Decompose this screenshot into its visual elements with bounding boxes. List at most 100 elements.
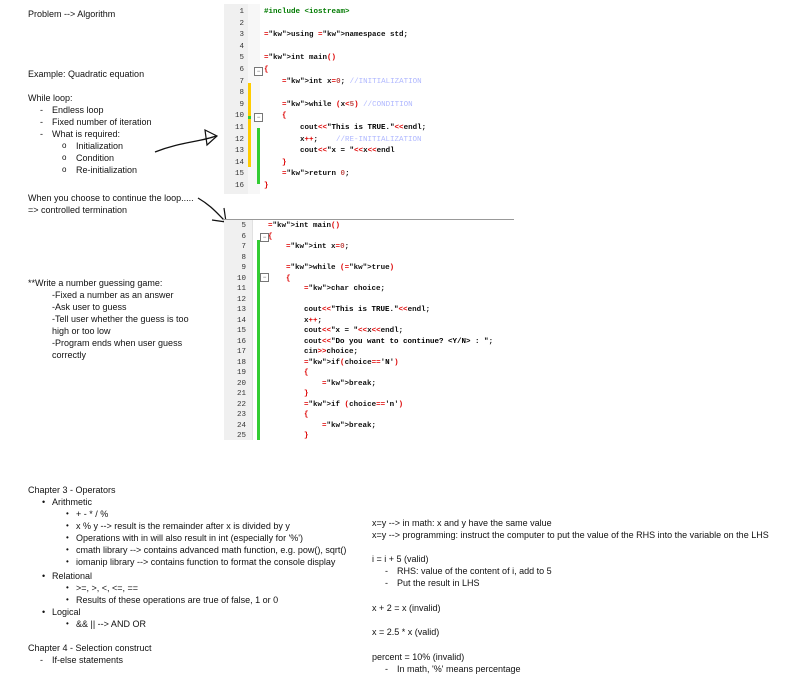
- list-item: -Program ends when user guess: [52, 338, 183, 348]
- list-item: iomanip library --> contains function to…: [66, 556, 346, 568]
- code-line: ="kw">if (choice=='n'): [304, 400, 404, 409]
- controlled-termination-note: => controlled termination: [28, 205, 128, 215]
- code-line: ="kw">int main(): [268, 222, 341, 230]
- line-number: 8: [239, 89, 244, 98]
- change-marker: [248, 119, 251, 167]
- code-line: {: [264, 66, 269, 74]
- chapter4-title: Chapter 4 - Selection construct: [28, 643, 152, 653]
- line-number: 13: [234, 147, 244, 156]
- line-number: 8: [241, 253, 246, 262]
- line-number: 19: [236, 369, 246, 377]
- list-item: Arithmetic: [42, 496, 92, 508]
- list-item: >=, >, <, <=, ==: [66, 582, 278, 594]
- code-line: cin>>choice;: [268, 348, 359, 356]
- list-item: Condition: [62, 152, 137, 164]
- relational-list: >=, >, <, <=, == Results of these operat…: [66, 582, 278, 606]
- line-number: 17: [236, 348, 246, 356]
- example-heading: Example: Quadratic equation: [28, 69, 145, 79]
- line-number: 12: [234, 135, 244, 144]
- line-number: 5: [239, 54, 244, 63]
- code-line: cout<<"This is TRUE."<<endl;: [264, 124, 427, 132]
- problem-algorithm-title: Problem --> Algorithm: [28, 9, 116, 19]
- change-marker: [257, 128, 260, 184]
- list-item: What is required:: [40, 128, 152, 140]
- code-line: cout<<"This is TRUE."<<endl;: [268, 306, 431, 314]
- line-number: 13: [236, 306, 246, 314]
- line-number: 3: [239, 31, 244, 40]
- list-item: RHS: value of the content of i, add to 5: [385, 565, 552, 577]
- while-loop-heading: While loop:: [28, 93, 73, 103]
- line-number: 6: [241, 232, 246, 241]
- list-item: Results of these operations are true of …: [66, 594, 278, 606]
- chapter3-title: Chapter 3 - Operators: [28, 485, 116, 495]
- list-item: Endless loop: [40, 104, 152, 116]
- example-valid-1: i = i + 5 (valid): [372, 554, 429, 564]
- fold-toggle-icon[interactable]: −: [260, 233, 269, 242]
- arith-list: + - * / % x % y --> result is the remain…: [66, 508, 346, 568]
- code-line: cout<<"Do you want to continue? <Y/N> : …: [268, 337, 494, 346]
- while-loop-list: Endless loop Fixed number of iteration W…: [40, 104, 152, 140]
- line-number: 11: [236, 285, 246, 293]
- line-number: 12: [236, 295, 246, 304]
- assignment-note-math: x=y --> in math: x and y have the same v…: [372, 518, 552, 528]
- list-item: -Fixed a number as an answer: [52, 290, 174, 300]
- code-line: ="kw">char choice;: [304, 285, 386, 293]
- code-line: ="kw">int x=0; //INITIALIZATION: [282, 77, 422, 86]
- list-item: + - * / %: [66, 508, 346, 520]
- example-valid-2: x = 2.5 * x (valid): [372, 627, 440, 637]
- line-number: 2: [239, 19, 244, 28]
- fold-toggle-icon[interactable]: −: [260, 273, 269, 282]
- list-item: -Ask user to guess: [52, 302, 127, 312]
- line-number: 21: [236, 390, 246, 398]
- line-number: 6: [239, 66, 244, 74]
- guess-game-title: **Write a number guessing game:: [28, 278, 163, 288]
- line-number: 20: [236, 379, 246, 388]
- line-number: 4: [239, 42, 244, 51]
- fold-toggle-icon[interactable]: −: [254, 67, 263, 76]
- code-line: x++;: [268, 316, 323, 325]
- example-invalid-2: percent = 10% (invalid): [372, 652, 465, 662]
- list-item: If-else statements: [40, 654, 123, 666]
- line-number: 23: [236, 411, 246, 419]
- line-number: 16: [236, 337, 246, 346]
- guess-game-list: -Fixed a number as an answer -Ask user t…: [52, 289, 189, 361]
- line-number: 15: [234, 170, 244, 179]
- code-line: ="kw">while (x<5) //CONDITION: [282, 100, 413, 109]
- list-item: Logical: [42, 606, 80, 618]
- code-panel-while-loop: 1 #include <iostream> 2 3 ="kw">using ="kw">…: [224, 4, 520, 194]
- line-number: 14: [234, 158, 244, 167]
- code-line: ="kw">return 0;: [282, 170, 350, 179]
- code-line: cout<<"x = "<<x<<endl;: [268, 327, 404, 335]
- code-line: ="kw">break;: [322, 379, 377, 388]
- list-item: In math, '%' means percentage: [385, 663, 520, 675]
- fold-toggle-icon[interactable]: −: [254, 113, 263, 122]
- code-line: {: [304, 411, 309, 419]
- line-number: 14: [236, 316, 246, 325]
- line-number: 24: [236, 421, 246, 430]
- line-number: 7: [239, 77, 244, 86]
- list-item: Initialization: [62, 140, 137, 152]
- line-number: 11: [234, 124, 244, 132]
- code-line: ="kw">while (="kw">true): [286, 264, 395, 272]
- code-line: ="kw">using ="kw">namespace std;: [264, 31, 409, 40]
- rhs-list: RHS: value of the content of i, add to 5…: [385, 565, 552, 589]
- list-item: && || --> AND OR: [66, 618, 146, 630]
- code-line: }: [264, 182, 269, 190]
- line-number: 9: [239, 100, 244, 109]
- code-line: }: [304, 390, 309, 398]
- code-line: #include <iostream>: [264, 8, 350, 16]
- line-number: 16: [234, 182, 244, 190]
- assignment-note-programming: x=y --> programming: instruct the comput…: [372, 530, 769, 540]
- list-item: Re-initialization: [62, 164, 137, 176]
- code-line: ="kw">break;: [322, 421, 377, 430]
- code-line: ="kw">if(choice=='N'): [304, 358, 399, 367]
- code-line: cout<<"x = "<<x<<endl: [264, 147, 395, 156]
- example-invalid-1: x + 2 = x (invalid): [372, 603, 441, 613]
- change-marker: [257, 240, 260, 440]
- list-item: Operations with in will also result in i…: [66, 532, 346, 544]
- list-item: high or too low: [52, 326, 111, 336]
- code-line: }: [304, 432, 309, 440]
- list-item: correctly: [52, 350, 87, 360]
- logical-list: && || --> AND OR: [66, 618, 146, 630]
- line-number: 22: [236, 400, 246, 409]
